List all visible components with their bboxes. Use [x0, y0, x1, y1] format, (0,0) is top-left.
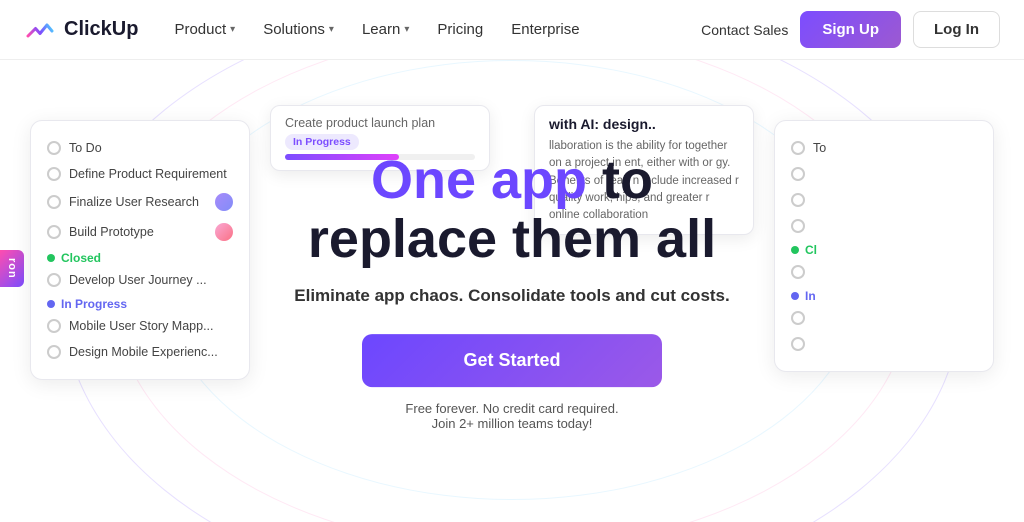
- chevron-down-icon: ▾: [329, 24, 334, 35]
- navbar: ClickUp Product ▾ Solutions ▾ Learn ▾ Pr…: [0, 0, 1024, 60]
- nav-item-product[interactable]: Product ▾: [162, 13, 247, 46]
- logo-icon: [24, 14, 56, 46]
- list-item: Mobile User Story Mapp...: [47, 313, 233, 339]
- list-item: Develop User Journey ...: [47, 267, 233, 293]
- list-item: [791, 305, 977, 331]
- task-circle-icon: [791, 141, 805, 155]
- list-item: [791, 161, 977, 187]
- task-circle-icon: [791, 311, 805, 325]
- status-dot-icon: [47, 254, 55, 262]
- chevron-down-icon: ▾: [404, 24, 409, 35]
- task-circle-icon: [47, 319, 61, 333]
- section-closed-right: Cl: [791, 239, 977, 259]
- task-circle-icon: [47, 167, 61, 181]
- hero-sub-text: Free forever. No credit card required. J…: [272, 401, 752, 431]
- logo-text: ClickUp: [64, 18, 138, 41]
- hero-section: ron To Do Define Product Requirement Fin…: [0, 60, 1024, 522]
- nav-item-enterprise[interactable]: Enterprise: [499, 13, 591, 46]
- list-item: To Do: [47, 135, 233, 161]
- signup-button[interactable]: Sign Up: [800, 11, 901, 48]
- list-item: Define Product Requirement: [47, 161, 233, 187]
- section-closed: Closed: [47, 247, 233, 267]
- nav-right: Contact Sales Sign Up Log In: [701, 11, 1000, 48]
- task-circle-icon: [47, 273, 61, 287]
- hero-center: One app to replace them all Eliminate ap…: [272, 151, 752, 431]
- list-item: Finalize User Research: [47, 187, 233, 217]
- logo[interactable]: ClickUp: [24, 14, 138, 46]
- list-item: Design Mobile Experienc...: [47, 339, 233, 365]
- edge-tab: ron: [0, 250, 24, 287]
- hero-title: One app to replace them all: [272, 151, 752, 270]
- section-inprogress-right: In: [791, 285, 977, 305]
- status-dot-icon: [791, 292, 799, 300]
- list-item: Build Prototype: [47, 217, 233, 247]
- nav-item-pricing[interactable]: Pricing: [425, 13, 495, 46]
- get-started-button[interactable]: Get Started: [362, 334, 662, 387]
- list-item: [791, 213, 977, 239]
- right-panel: To Cl In: [774, 120, 994, 372]
- task-circle-icon: [791, 219, 805, 233]
- status-badge: In Progress: [285, 134, 359, 150]
- contact-sales-link[interactable]: Contact Sales: [701, 22, 788, 38]
- status-dot-icon: [47, 300, 55, 308]
- section-inprogress: In Progress: [47, 293, 233, 313]
- avatar: [215, 223, 233, 241]
- task-circle-icon: [47, 141, 61, 155]
- avatar: [215, 193, 233, 211]
- list-item: [791, 187, 977, 213]
- nav-item-solutions[interactable]: Solutions ▾: [251, 13, 346, 46]
- list-item: To: [791, 135, 977, 161]
- hero-title-highlight: One app: [371, 150, 602, 210]
- login-button[interactable]: Log In: [913, 11, 1000, 48]
- task-circle-icon: [47, 195, 61, 209]
- hero-subtitle: Eliminate app chaos. Consolidate tools a…: [272, 286, 752, 306]
- chevron-down-icon: ▾: [230, 24, 235, 35]
- nav-item-learn[interactable]: Learn ▾: [350, 13, 421, 46]
- status-dot-icon: [791, 246, 799, 254]
- task-circle-icon: [791, 337, 805, 351]
- task-circle-icon: [47, 225, 61, 239]
- hero-title-dark: replace them all: [308, 210, 716, 270]
- task-circle-icon: [791, 265, 805, 279]
- list-item: [791, 259, 977, 285]
- task-circle-icon: [47, 345, 61, 359]
- task-circle-icon: [791, 167, 805, 181]
- nav-left: ClickUp Product ▾ Solutions ▾ Learn ▾ Pr…: [24, 13, 592, 46]
- list-item: [791, 331, 977, 357]
- left-panel: To Do Define Product Requirement Finaliz…: [30, 120, 250, 380]
- task-circle-icon: [791, 193, 805, 207]
